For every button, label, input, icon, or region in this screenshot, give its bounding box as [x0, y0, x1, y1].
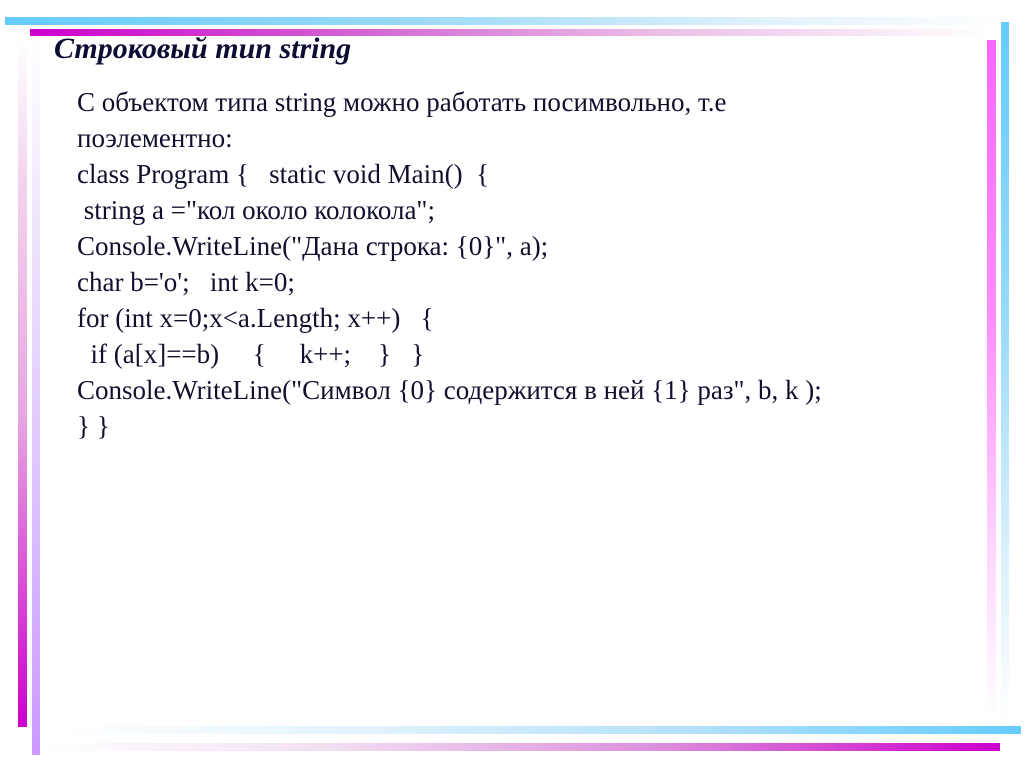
bottom-blue-decorative-bar	[60, 726, 1021, 734]
slide-title: Строковый тип string	[54, 32, 352, 65]
slide-body: С объектом типа string можно работать по…	[77, 84, 977, 444]
code-line: Console.WriteLine("Символ {0} содержится…	[77, 375, 822, 405]
code-line: class Program { static void Main() {	[77, 159, 490, 189]
code-line: Console.WriteLine("Дана строка: {0}", a)…	[77, 231, 549, 261]
code-line: if (a[x]==b) { k++; } }	[77, 339, 425, 369]
left-lavender-decorative-bar	[32, 40, 40, 755]
right-pink-decorative-bar	[987, 40, 996, 720]
bottom-magenta-decorative-bar	[40, 743, 1000, 751]
body-text-line: поэлементно:	[77, 123, 233, 153]
code-line: } }	[77, 411, 110, 441]
code-line: char b='o'; int k=0;	[77, 267, 295, 297]
code-line: string a ="кол около колокола";	[77, 195, 435, 225]
top-blue-decorative-bar	[5, 17, 1005, 25]
body-text-line: С объектом типа string можно работать по…	[77, 87, 727, 117]
left-magenta-decorative-bar	[18, 40, 27, 727]
code-line: for (int x=0;x<a.Length; x++) {	[77, 303, 434, 333]
right-blue-decorative-bar	[1001, 22, 1009, 722]
